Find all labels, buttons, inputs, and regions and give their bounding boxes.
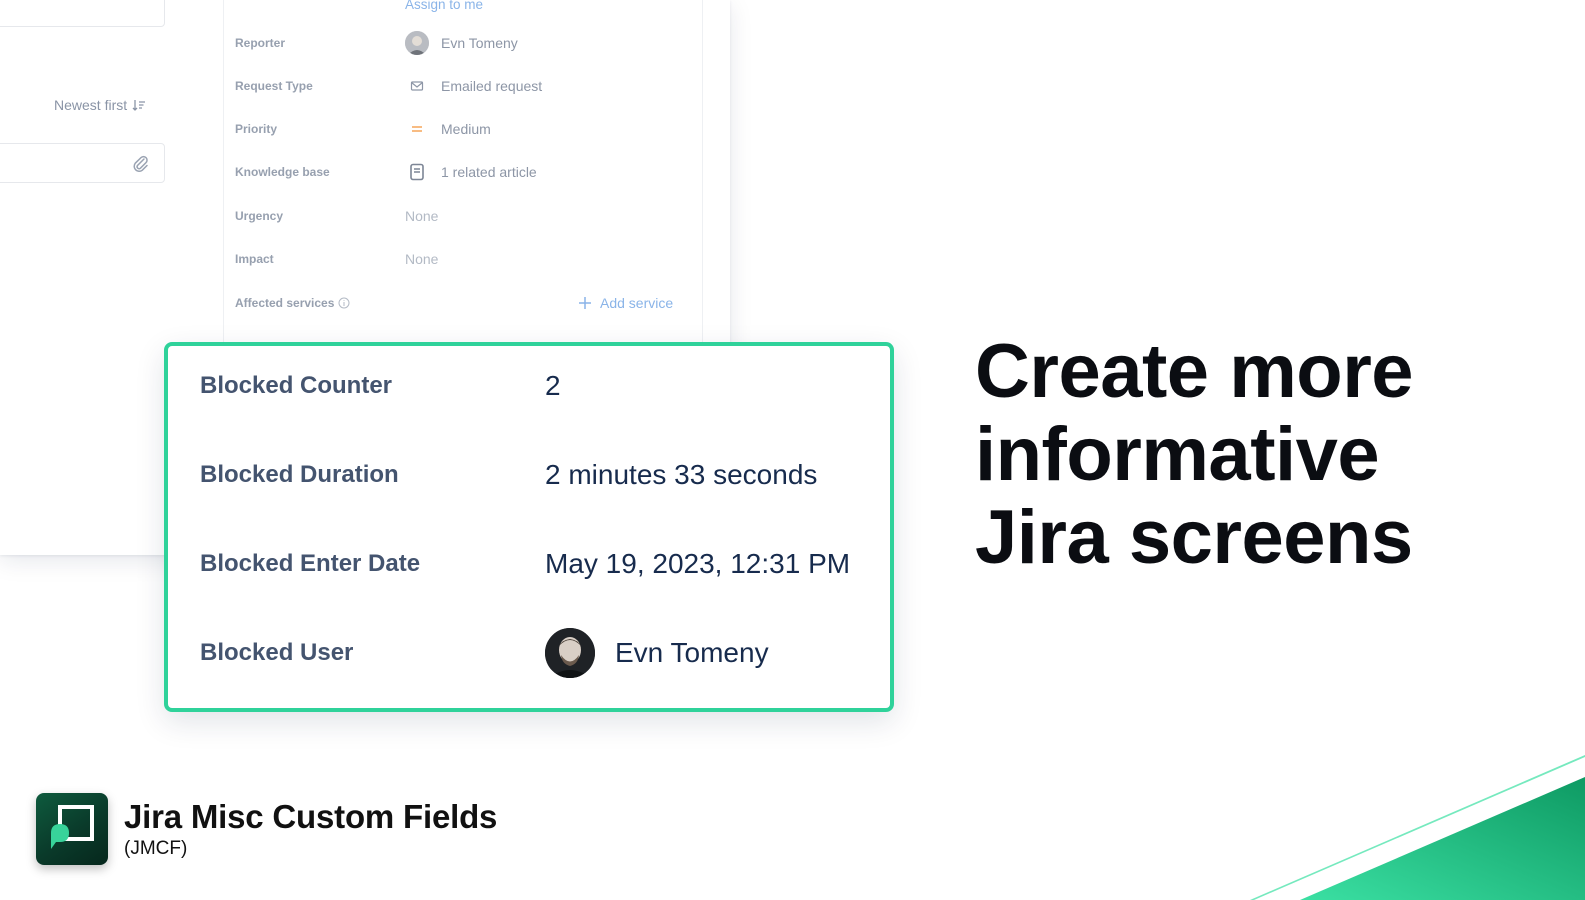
request-type-text: Emailed request — [441, 78, 543, 94]
request-type-value[interactable]: Emailed request — [405, 74, 542, 98]
card-row-blocked-duration: Blocked Duration 2 minutes 33 seconds — [200, 455, 817, 495]
impact-value[interactable]: None — [405, 251, 438, 267]
detail-label: Reporter — [235, 36, 286, 50]
detail-row-priority: Priority Medium — [235, 118, 685, 140]
blocked-user-name: Evn Tomeny — [615, 637, 769, 668]
affected-services-label: Affected services — [235, 296, 335, 310]
card-row-blocked-enter-date: Blocked Enter Date May 19, 2023, 12:31 P… — [200, 544, 850, 584]
card-label: Blocked Duration — [200, 461, 399, 488]
sort-descending-icon — [132, 100, 146, 111]
brand-name: Jira Misc Custom Fields — [124, 798, 498, 835]
marketing-slide: Newest first Assign to me Reporter Evn T… — [0, 0, 1585, 900]
blocked-user-value[interactable]: Evn Tomeny — [545, 628, 769, 678]
avatar-image — [405, 31, 429, 55]
headline-line-1: Create more — [975, 329, 1414, 414]
top-field[interactable] — [0, 0, 165, 27]
sort-label: Newest first — [54, 97, 128, 113]
card-row-blocked-user: Blocked User Evn Tomeny — [200, 628, 769, 678]
detail-row-impact: Impact None — [235, 248, 685, 270]
blocked-enter-date-value: May 19, 2023, 12:31 PM — [545, 548, 851, 579]
info-icon[interactable] — [338, 297, 350, 309]
detail-row-urgency: Urgency None — [235, 205, 685, 227]
sort-toggle[interactable]: Newest first — [54, 97, 146, 113]
blocked-counter-value: 2 — [545, 370, 561, 401]
assign-to-me-link[interactable]: Assign to me — [405, 0, 483, 12]
knowledge-base-value[interactable]: 1 related article — [405, 160, 537, 184]
mail-icon — [405, 74, 429, 98]
jmcf-logo-icon — [36, 793, 108, 865]
book-icon — [405, 160, 429, 184]
headline: Create more informative Jira screens — [975, 330, 1535, 579]
reporter-name: Evn Tomeny — [441, 35, 518, 51]
reporter-avatar — [405, 31, 429, 55]
headline-line-3: Jira screens — [975, 495, 1413, 580]
detail-row-request-type: Request Type Emailed request — [235, 75, 685, 97]
detail-label: Urgency — [235, 209, 284, 223]
reporter-value[interactable]: Evn Tomeny — [405, 31, 518, 55]
headline-line-2: informative — [975, 412, 1380, 497]
detail-label: Priority — [235, 122, 278, 136]
card-row-blocked-counter: Blocked Counter 2 — [200, 366, 561, 406]
card-label: Blocked Counter — [200, 372, 393, 399]
add-service-button[interactable]: Add service — [578, 295, 673, 311]
knowledge-base-text: 1 related article — [441, 164, 537, 180]
detail-label-with-info: Affected services — [235, 296, 405, 310]
plus-icon — [579, 297, 591, 309]
card-label: Blocked User — [200, 639, 354, 666]
avatar-image — [545, 628, 595, 678]
paperclip-icon[interactable] — [130, 153, 150, 173]
user-avatar — [545, 628, 595, 678]
detail-row-reporter: Reporter Evn Tomeny — [235, 31, 685, 55]
priority-medium-icon — [405, 117, 429, 141]
detail-label: Request Type — [235, 79, 313, 93]
detail-row-knowledge-base: Knowledge base 1 related article — [235, 161, 685, 183]
detail-label: Impact — [235, 252, 274, 266]
priority-value[interactable]: Medium — [405, 117, 491, 141]
blocked-duration-value: 2 minutes 33 seconds — [545, 459, 818, 490]
urgency-value[interactable]: None — [405, 208, 438, 224]
add-service-label: Add service — [600, 295, 674, 311]
priority-text: Medium — [441, 121, 491, 137]
detail-label: Knowledge base — [235, 165, 330, 179]
decorative-corner-shape — [1250, 755, 1585, 900]
brand-abbreviation: (JMCF) — [124, 838, 188, 859]
blocked-fields-card: Blocked Counter 2 Blocked Duration 2 min… — [164, 342, 894, 712]
card-label: Blocked Enter Date — [200, 550, 421, 577]
